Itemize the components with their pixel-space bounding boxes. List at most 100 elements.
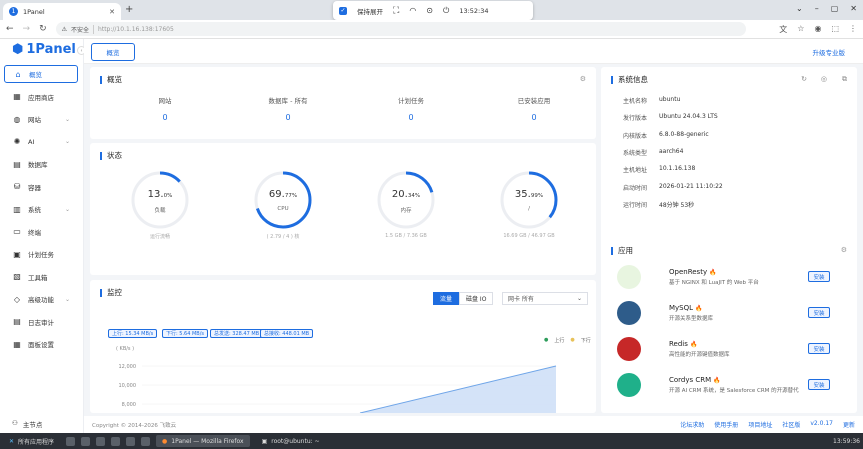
sidebar-item-8[interactable]: ▣ 计划任务 (4, 245, 78, 263)
user-icon: ⚇ (12, 419, 18, 427)
upgrade-link[interactable]: 升级专业版 (813, 47, 846, 57)
footer-link[interactable]: 社区版 (782, 420, 800, 429)
ai-icon: ✺ (13, 137, 21, 146)
screenshot-toolbar: ✓ 保持展开 ⛶ ◠ ⊙ ⏻ 13:52:34 (333, 1, 533, 20)
browser-tab[interactable]: 1 1Panel ✕ (3, 3, 121, 20)
hot-icon: 🔥 (709, 269, 717, 276)
sidebar-item-4[interactable]: ▤ 数据库 (4, 155, 78, 173)
logo-text: 1Panel (26, 42, 76, 57)
overview-stat[interactable]: 数据库 - 所有 0 (228, 95, 348, 122)
app-logo-icon (617, 337, 641, 361)
footer-link[interactable]: 更新 (843, 420, 855, 429)
account-icon[interactable]: ◉ (814, 24, 821, 35)
folder-quick-icon[interactable] (111, 436, 121, 446)
status-gauge: 69.77% CPU ( 2.79 / 4 ) 核 (243, 169, 323, 240)
sysinfo-row: 发行版本 Ubuntu 24.04.3 LTS (623, 113, 718, 122)
toolbox-icon: ▧ (13, 272, 21, 281)
home-icon: ⌂ (15, 69, 21, 79)
install-button[interactable]: 安装 (808, 307, 830, 318)
sidebar-item-3[interactable]: ✺ AI ⌄ (4, 133, 78, 151)
dropdown-icon[interactable]: ⌄ (796, 4, 803, 13)
forward-icon[interactable]: → (23, 24, 31, 34)
hot-icon: 🔥 (690, 341, 698, 348)
files-quick-icon[interactable] (66, 436, 76, 446)
refresh-icon[interactable]: ↻ (801, 75, 807, 83)
close-window-icon[interactable]: ✕ (850, 4, 857, 13)
start-menu-button[interactable]: ✕ 所有应用程序 (3, 435, 60, 447)
sidebar-item-12[interactable]: ▦ 面板设置 (4, 335, 78, 353)
browser-quick-icon[interactable] (96, 436, 106, 446)
eye-icon[interactable]: ◎ (821, 75, 827, 83)
gauge-caption: 16.69 GB / 46.97 GB (503, 233, 555, 239)
sidebar-item-7[interactable]: ▭ 终端 (4, 223, 78, 241)
nic-select[interactable]: 网卡 所有 ⌄ (502, 292, 588, 305)
sidebar-item-9[interactable]: ▧ 工具箱 (4, 268, 78, 286)
copy-icon[interactable]: ⧉ (842, 75, 847, 84)
back-icon[interactable]: ← (6, 24, 14, 34)
monitor-switch: 流量 磁盘 IO (433, 292, 494, 305)
bookmark-star-icon[interactable]: ☆ (797, 24, 804, 35)
app-name: OpenResty 🔥 (669, 268, 717, 276)
main-content: 概览 升级专业版 概览 ⚙ 网站 0 数据库 - 所有 0 计划任务 0 已安装应用 0 状态… (84, 39, 863, 433)
gauge-value: 69.77% (268, 189, 298, 200)
new-tab-icon[interactable]: + (125, 4, 133, 15)
sidebar-item-5[interactable]: ⛁ 容器 (4, 178, 78, 196)
node-switcher[interactable]: ⚇ 主节点 (12, 419, 42, 429)
sidebar-item-0[interactable]: ⌂ 概览 (4, 65, 78, 83)
footer-link[interactable]: 项目地址 (748, 420, 772, 429)
checkbox-checked-icon[interactable]: ✓ (339, 6, 347, 15)
browser-tab-title: 1Panel (23, 7, 45, 16)
maximize-icon[interactable]: ▢ (831, 4, 839, 13)
tab-overview[interactable]: 概览 (91, 43, 135, 61)
disk-io-button[interactable]: 磁盘 IO (459, 292, 494, 305)
terminal-quick-icon[interactable] (81, 436, 91, 446)
footer-link[interactable]: 论坛求助 (680, 420, 704, 429)
install-button[interactable]: 安装 (808, 271, 830, 282)
reload-icon[interactable]: ↻ (39, 24, 47, 34)
start-label: 所有应用程序 (18, 438, 55, 446)
url-field[interactable]: ⚠ 不安全 http://10.1.16.138:17605 (55, 22, 746, 36)
more-icon[interactable]: ⊙ (426, 6, 433, 15)
sidebar-item-6[interactable]: ▥ 系统 ⌄ (4, 200, 78, 218)
taskbar-firefox[interactable]: ● 1Panel — Mozilla Firefox (156, 435, 250, 447)
sidebar-item-10[interactable]: ◇ 高级功能 ⌄ (4, 290, 78, 308)
container-icon: ⛁ (13, 182, 21, 191)
footer-link[interactable]: 使用手册 (714, 420, 738, 429)
search-quick-icon[interactable] (126, 436, 136, 446)
install-button[interactable]: 安装 (808, 379, 830, 390)
app-item: OpenResty 🔥 基于 NGINX 和 LuaJIT 的 Web 平台 安装 (617, 264, 837, 294)
apps-title: 应用 (611, 247, 633, 255)
app-item: Redis 🔥 高性能的开源键值数据库 安装 (617, 336, 837, 366)
apps-settings-icon[interactable]: ⚙ (841, 246, 847, 254)
sysinfo-title: 系统信息 (611, 76, 648, 84)
diamond-icon: ◇ (13, 294, 21, 304)
menu-icon[interactable]: ⋮ (849, 24, 857, 35)
wifi-icon[interactable]: ◠ (409, 6, 416, 15)
chevron-down-icon: ⌄ (64, 138, 70, 145)
sidebar-item-1[interactable]: ▦ 应用商店 (4, 88, 78, 106)
traffic-button[interactable]: 流量 (433, 292, 460, 305)
overview-stat[interactable]: 已安装应用 0 (474, 95, 594, 122)
sysinfo-row: 系统类型 aarch64 (623, 148, 683, 157)
sidebar-item-11[interactable]: ▤ 日志审计 (4, 313, 78, 331)
install-button[interactable]: 安装 (808, 343, 830, 354)
power-icon[interactable]: ⏻ (443, 6, 449, 16)
fullscreen-icon[interactable]: ⛶ (393, 6, 399, 16)
extensions-icon[interactable]: ⬚ (831, 24, 839, 35)
legend-up-marker: ● (544, 337, 549, 343)
app-quick-icon[interactable] (141, 436, 151, 446)
sidebar-item-2[interactable]: ◍ 网站 ⌄ (4, 110, 78, 128)
window-controls: ⌄ – ▢ ✕ (796, 4, 857, 13)
grid-icon: ▦ (13, 92, 21, 101)
hot-icon: 🔥 (713, 377, 721, 384)
taskbar-terminal[interactable]: ▣ root@ubuntu: ~ (256, 435, 326, 447)
minimize-icon[interactable]: – (815, 4, 819, 13)
overview-stat[interactable]: 计划任务 0 (351, 95, 471, 122)
status-gauge: 20.34% 内存 1.5 GB / 7.36 GB (366, 169, 446, 239)
settings-gear-icon[interactable]: ⚙ (580, 75, 586, 83)
close-tab-icon[interactable]: ✕ (109, 8, 115, 16)
footer-link[interactable]: v2.0.17 (810, 420, 833, 429)
logo[interactable]: ⬢ 1Panel (12, 42, 76, 57)
translate-icon[interactable]: 文 (779, 24, 787, 35)
overview-stat[interactable]: 网站 0 (105, 95, 225, 122)
